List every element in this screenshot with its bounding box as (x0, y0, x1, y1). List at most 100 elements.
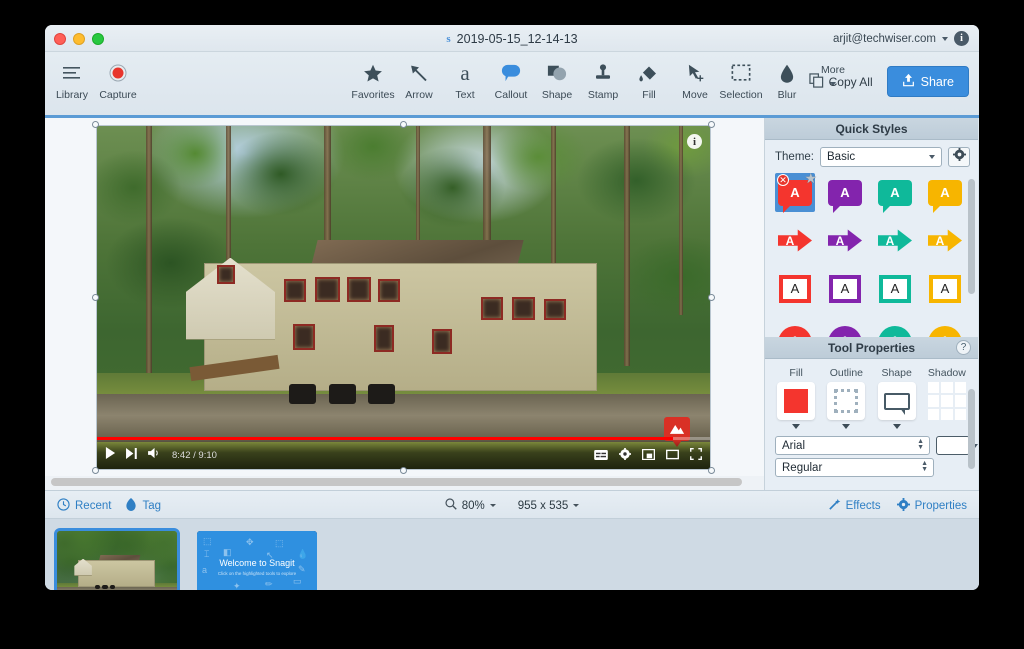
captions-icon[interactable] (594, 447, 608, 465)
next-track-icon[interactable] (126, 446, 138, 464)
tool-fill[interactable]: Fill (626, 52, 672, 101)
tool-properties-scrollbar[interactable] (968, 389, 975, 469)
resize-handle-middle-right[interactable] (708, 294, 715, 301)
style-blob-yellow[interactable]: A (925, 317, 965, 337)
style-box-red[interactable]: A (775, 269, 815, 308)
account-group[interactable]: arjit@techwiser.com i (833, 25, 969, 52)
properties-button[interactable]: Properties (897, 498, 967, 514)
volume-icon[interactable] (148, 446, 162, 464)
style-arrow-yellow[interactable]: A (925, 221, 965, 260)
resize-handle-top-right[interactable] (708, 121, 715, 128)
style-arrow-teal[interactable]: A (875, 221, 915, 260)
window-title: 2019-05-15_12-14-13 (457, 32, 578, 46)
chevron-down-icon[interactable] (842, 424, 850, 429)
style-row-blobs: A A A A (775, 317, 968, 337)
outline-label: Outline (830, 367, 863, 379)
chevron-down-icon[interactable] (893, 424, 901, 429)
chevron-down-icon[interactable] (792, 424, 800, 429)
style-blob-teal[interactable]: A (875, 317, 915, 337)
font-color-swatch[interactable] (936, 436, 970, 455)
style-blob-purple[interactable]: A (825, 317, 865, 337)
fill-swatch-button[interactable] (777, 382, 815, 420)
resize-handle-bottom-center[interactable] (400, 467, 407, 474)
remove-x-icon[interactable]: ✕ (777, 174, 789, 186)
style-callout-teal[interactable]: A (875, 173, 915, 212)
fill-property[interactable]: Fill (773, 367, 819, 429)
chevron-down-icon[interactable] (573, 504, 579, 507)
style-arrow-red[interactable]: A (775, 221, 815, 260)
quick-styles-title: Quick Styles (835, 122, 907, 136)
tool-callout[interactable]: Callout (488, 52, 534, 101)
quick-styles-scrollbar[interactable] (968, 179, 975, 294)
theater-mode-icon[interactable] (666, 447, 679, 465)
shape-button[interactable] (878, 382, 916, 420)
effects-button[interactable]: Effects (828, 498, 881, 514)
tool-text[interactable]: a Text (442, 52, 488, 101)
outline-button[interactable] (827, 382, 865, 420)
style-box-teal[interactable]: A (875, 269, 915, 308)
resize-handle-bottom-right[interactable] (708, 467, 715, 474)
share-button[interactable]: Share (887, 66, 969, 97)
dimensions-control[interactable]: 955 x 535 (518, 500, 580, 512)
tool-move[interactable]: Move (672, 52, 718, 101)
tray-item-tiny-house-video[interactable] (57, 531, 177, 590)
question-mark-icon[interactable]: ? (956, 340, 971, 355)
tool-shape[interactable]: Shape (534, 52, 580, 101)
resize-handle-middle-left[interactable] (92, 294, 99, 301)
shape-property[interactable]: Shape (874, 367, 920, 429)
tool-properties-header: Tool Properties ? (765, 337, 978, 359)
font-style-select[interactable]: Regular ▲▼ (775, 458, 934, 477)
style-callout-yellow[interactable]: A (925, 173, 965, 212)
style-arrow-purple[interactable]: A (825, 221, 865, 260)
share-upload-icon (902, 73, 915, 90)
tool-arrow[interactable]: Arrow (396, 52, 442, 101)
font-family-select[interactable]: Arial ▲▼ (775, 436, 930, 455)
captured-video-image[interactable]: i (96, 125, 711, 470)
gear-icon (897, 498, 910, 514)
style-callout-purple[interactable]: A (825, 173, 865, 212)
outline-property[interactable]: Outline (823, 367, 869, 429)
library-button[interactable]: Library (49, 52, 95, 101)
theme-settings-button[interactable] (948, 147, 970, 167)
recent-captures-tray: ⬚ ◧ ✥ ⬚ ↖ 💧 ⌶ a ✎ ▭ ✦ ✏ ▬ ✧ ⌁ ? Welcome … (45, 519, 979, 590)
shadow-property[interactable]: Shadow (924, 367, 970, 429)
chevron-down-icon[interactable] (490, 504, 496, 507)
tool-favorites[interactable]: Favorites (350, 52, 396, 101)
scene-tiny-house (177, 225, 624, 403)
stepper-arrows-icon[interactable]: ▲▼ (921, 461, 928, 472)
shadow-button[interactable] (928, 382, 966, 420)
video-player-controls: 8:42 / 9:10 (97, 439, 710, 469)
chevron-down-icon[interactable] (942, 37, 948, 41)
style-callout-red[interactable]: ✕ ★ A (775, 173, 815, 212)
tool-blur[interactable]: Blur (764, 52, 810, 101)
theme-dropdown[interactable]: Basic (820, 147, 942, 167)
library-label: Library (56, 89, 88, 101)
style-box-yellow[interactable]: A (925, 269, 965, 308)
gear-icon[interactable] (619, 447, 631, 465)
zoom-control[interactable]: 80% (445, 498, 496, 513)
style-blob-red[interactable]: A (775, 317, 815, 337)
snagit-editor-window: s 2019-05-15_12-14-13 arjit@techwiser.co… (45, 25, 979, 590)
star-icon[interactable]: ★ (804, 173, 817, 187)
info-icon[interactable]: i (954, 31, 969, 46)
stepper-arrows-icon[interactable]: ▲▼ (917, 439, 924, 450)
resize-handle-bottom-left[interactable] (92, 467, 99, 474)
copy-all-button[interactable]: Copy All (809, 73, 873, 91)
tool-stamp[interactable]: Stamp (580, 52, 626, 101)
resize-handle-top-center[interactable] (400, 121, 407, 128)
video-progress-track[interactable] (97, 437, 710, 440)
tray-item-snagit-welcome[interactable]: ⬚ ◧ ✥ ⬚ ↖ 💧 ⌶ a ✎ ▭ ✦ ✏ ▬ ✧ ⌁ ? Welcome … (197, 531, 317, 590)
fullscreen-icon[interactable] (690, 447, 702, 465)
video-info-icon[interactable]: i (687, 134, 702, 149)
theme-label: Theme: (775, 151, 814, 163)
tool-properties-body: Fill Outline Shape (765, 359, 978, 477)
canvas-horizontal-scrollbar[interactable] (51, 478, 742, 486)
text-a-icon: a (460, 60, 469, 86)
canvas-surface[interactable]: i (45, 118, 764, 476)
capture-button[interactable]: Capture (95, 52, 141, 101)
tool-selection[interactable]: Selection (718, 52, 764, 101)
play-icon[interactable] (105, 446, 116, 464)
style-box-purple[interactable]: A (825, 269, 865, 308)
resize-handle-top-left[interactable] (92, 121, 99, 128)
miniplayer-icon[interactable] (642, 447, 655, 465)
